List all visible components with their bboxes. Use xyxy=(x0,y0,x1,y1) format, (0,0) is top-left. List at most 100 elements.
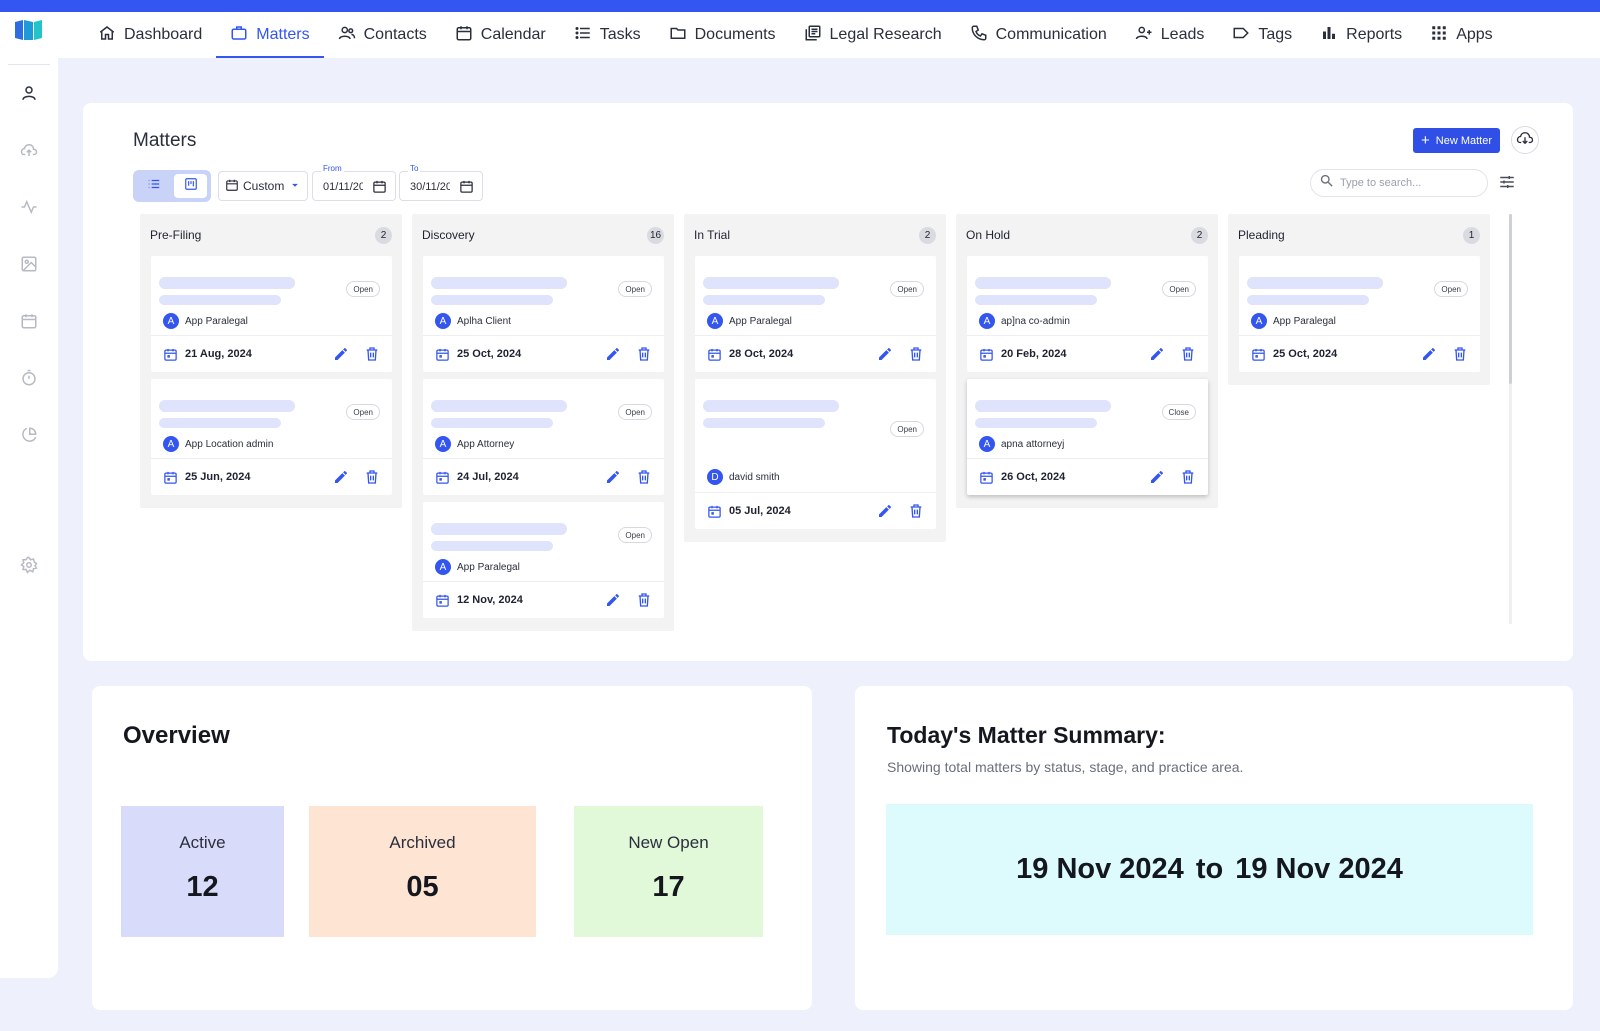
delete-icon[interactable] xyxy=(364,346,380,362)
edit-icon[interactable] xyxy=(1149,469,1165,485)
edit-icon[interactable] xyxy=(1421,346,1437,362)
column-count-badge: 2 xyxy=(919,226,936,244)
delete-icon[interactable] xyxy=(636,592,652,608)
stat-value: 05 xyxy=(406,871,439,903)
board-view-button[interactable] xyxy=(174,174,207,198)
matter-card[interactable]: Open Aap]na co-admin 20 Feb, 2024 xyxy=(967,256,1208,372)
summary-title: Today's Matter Summary: xyxy=(887,722,1166,748)
delete-icon[interactable] xyxy=(636,469,652,485)
matter-title-placeholder xyxy=(975,277,1111,289)
board-column: Pleading 1 Open A App Paralegal 25 Oct, 2024 xyxy=(1228,214,1490,385)
matter-card[interactable]: Open A App Paralegal 12 Nov, 2024 xyxy=(423,502,664,618)
summary-range-separator: to xyxy=(1195,853,1224,885)
edit-icon[interactable] xyxy=(877,346,893,362)
stat-new-open[interactable]: New Open 17 xyxy=(574,806,763,937)
delete-icon[interactable] xyxy=(1452,346,1468,362)
avatar: A xyxy=(435,559,451,575)
matter-card[interactable]: Open Ddavid smith 05 Jul, 2024 xyxy=(695,379,936,529)
matter-owner: A App Location admin xyxy=(163,436,273,452)
search-box xyxy=(1310,169,1488,197)
nav-item-matters[interactable]: Matters xyxy=(216,12,324,58)
user-icon[interactable] xyxy=(20,84,38,102)
scrollbar-thumb[interactable] xyxy=(1509,214,1512,384)
settings-icon[interactable] xyxy=(20,556,38,574)
date-range-select[interactable]: Custom xyxy=(218,171,308,201)
stat-value: 12 xyxy=(186,871,219,903)
delete-icon[interactable] xyxy=(364,469,380,485)
column-header: Discovery 16 xyxy=(412,214,674,256)
search-input[interactable] xyxy=(1340,177,1480,189)
owner-name: App Paralegal xyxy=(729,315,792,327)
filter-settings-button[interactable] xyxy=(1498,173,1516,191)
stat-active[interactable]: Active 12 xyxy=(121,806,284,937)
board-scrollbar[interactable] xyxy=(1509,214,1512,624)
image-icon[interactable] xyxy=(20,255,38,273)
matter-card[interactable]: Open A App Paralegal 21 Aug, 2024 xyxy=(151,256,392,372)
matter-owner: A App Attorney xyxy=(435,436,514,452)
avatar: A xyxy=(1251,313,1267,329)
calendar-icon[interactable] xyxy=(20,312,38,330)
matter-card[interactable]: Open A App Attorney 24 Jul, 2024 xyxy=(423,379,664,495)
nav-item-dashboard[interactable]: Dashboard xyxy=(84,12,216,58)
matter-owner: A App Paralegal xyxy=(163,313,248,329)
nav-item-documents[interactable]: Documents xyxy=(655,12,790,58)
matter-date: 12 Nov, 2024 xyxy=(457,594,523,606)
edit-icon[interactable] xyxy=(605,346,621,362)
calendar-icon xyxy=(435,593,450,608)
matter-card-footer: 12 Nov, 2024 xyxy=(423,582,664,618)
matter-card[interactable]: Open A App Paralegal 25 Oct, 2024 xyxy=(1239,256,1480,372)
delete-icon[interactable] xyxy=(908,503,924,519)
nav-item-calendar[interactable]: Calendar xyxy=(441,12,560,58)
delete-icon[interactable] xyxy=(1180,346,1196,362)
from-date-field[interactable]: From 01/11/2024 xyxy=(312,164,396,201)
stat-archived[interactable]: Archived 05 xyxy=(309,806,536,937)
matter-owner: Aap]na co-admin xyxy=(979,313,1070,329)
matter-card-body: Open A App Paralegal xyxy=(695,256,936,336)
nav-item-communication[interactable]: Communication xyxy=(956,12,1121,58)
matter-card[interactable]: Open A App Location admin 25 Jun, 2024 xyxy=(151,379,392,495)
app-logo[interactable] xyxy=(14,18,44,42)
timer-icon[interactable] xyxy=(20,369,38,387)
nav-item-tags[interactable]: Tags xyxy=(1218,12,1306,58)
matter-card[interactable]: Close Aapna attorneyj 26 Oct, 2024 xyxy=(967,379,1208,495)
top-accent-strip xyxy=(0,0,1600,12)
column-count-badge: 16 xyxy=(647,226,664,244)
top-navigation: Dashboard Matters Contacts Calendar Task… xyxy=(0,12,1600,58)
kanban-icon xyxy=(184,177,198,196)
column-title: Pleading xyxy=(1238,228,1285,242)
cloud-upload-icon[interactable] xyxy=(20,141,38,159)
cloud-download-button[interactable] xyxy=(1511,126,1539,154)
edit-icon[interactable] xyxy=(1149,346,1165,362)
nav-item-leads[interactable]: Leads xyxy=(1121,12,1219,58)
nav-item-contacts[interactable]: Contacts xyxy=(324,12,441,58)
library-icon xyxy=(804,24,822,47)
activity-icon[interactable] xyxy=(20,198,38,216)
delete-icon[interactable] xyxy=(1180,469,1196,485)
to-date-field[interactable]: To 30/11/2024 xyxy=(399,164,483,201)
edit-icon[interactable] xyxy=(333,346,349,362)
matter-card-body: Open A App Paralegal xyxy=(151,256,392,336)
summary-from-date: 19 Nov 2024 xyxy=(1016,853,1184,885)
avatar: A xyxy=(163,436,179,452)
edit-icon[interactable] xyxy=(605,469,621,485)
summary-subtitle: Showing total matters by status, stage, … xyxy=(887,759,1244,775)
nav-item-tasks[interactable]: Tasks xyxy=(560,12,655,58)
from-date-label: From xyxy=(321,164,344,173)
delete-icon[interactable] xyxy=(908,346,924,362)
nav-item-reports[interactable]: Reports xyxy=(1306,12,1416,58)
list-view-button[interactable] xyxy=(137,174,170,198)
edit-icon[interactable] xyxy=(333,469,349,485)
matter-card[interactable]: Open A Aplha Client 25 Oct, 2024 xyxy=(423,256,664,372)
pie-chart-icon[interactable] xyxy=(20,426,38,444)
matter-card-body: Open A App Paralegal xyxy=(423,502,664,582)
matter-card[interactable]: Open A App Paralegal 28 Oct, 2024 xyxy=(695,256,936,372)
nav-item-apps[interactable]: Apps xyxy=(1416,12,1506,58)
nav-item-legal-research[interactable]: Legal Research xyxy=(790,12,956,58)
new-matter-button[interactable]: + New Matter xyxy=(1413,128,1501,153)
phone-icon xyxy=(970,24,988,47)
delete-icon[interactable] xyxy=(636,346,652,362)
calendar-icon xyxy=(979,470,994,485)
edit-icon[interactable] xyxy=(605,592,621,608)
edit-icon[interactable] xyxy=(877,503,893,519)
matter-title-placeholder xyxy=(1247,277,1383,289)
